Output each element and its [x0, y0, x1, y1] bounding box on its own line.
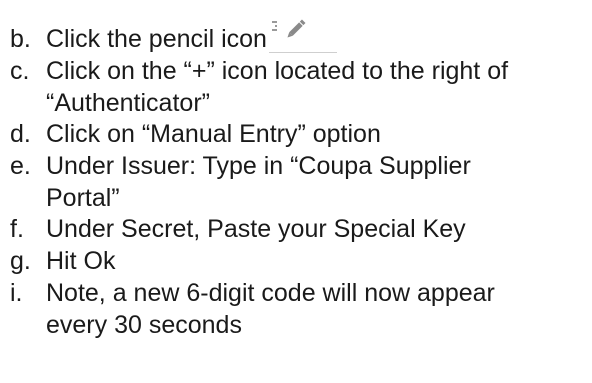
- step-text: Under Issuer: Type in “Coupa Supplier Po…: [46, 152, 471, 212]
- step-text: Note, a new 6-digit code will now appear…: [46, 279, 495, 339]
- step-text: Click on “Manual Entry” option: [46, 120, 381, 148]
- pencil-icon: [268, 19, 339, 53]
- list-marker: c.: [10, 57, 30, 85]
- step-text: Under Secret, Paste your Special Key: [46, 215, 466, 243]
- list-marker: e.: [10, 152, 31, 180]
- step-text: Click the pencil icon: [46, 25, 267, 53]
- step-text: Hit Ok: [46, 247, 116, 275]
- step-text: Click on the “+” icon located to the rig…: [46, 57, 509, 117]
- list-marker: f.: [10, 215, 24, 243]
- list-marker: g.: [10, 247, 31, 275]
- list-marker: d.: [10, 120, 31, 148]
- list-marker: i.: [10, 279, 23, 307]
- list-marker: b.: [10, 25, 31, 53]
